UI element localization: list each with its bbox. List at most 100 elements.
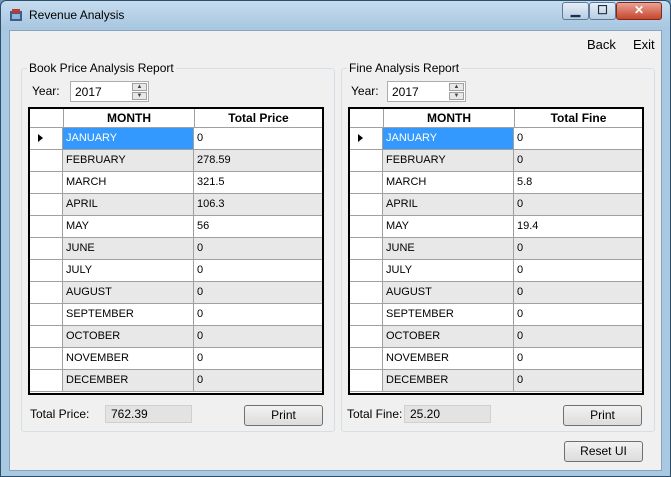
table-row[interactable]: JANUARY 0 xyxy=(30,128,322,150)
month-cell[interactable]: MARCH xyxy=(63,172,194,193)
row-header[interactable] xyxy=(30,326,63,347)
row-header[interactable] xyxy=(350,348,383,369)
month-column-header[interactable]: MONTH xyxy=(383,109,514,127)
exit-link[interactable]: Exit xyxy=(633,37,655,52)
month-cell[interactable]: SEPTEMBER xyxy=(383,304,514,325)
month-column-header[interactable]: MONTH xyxy=(63,109,194,127)
month-cell[interactable]: DECEMBER xyxy=(383,370,514,391)
table-row[interactable]: NOVEMBER 0 xyxy=(30,348,322,370)
value-cell[interactable]: 0 xyxy=(514,304,642,325)
row-header[interactable] xyxy=(30,194,63,215)
table-row[interactable]: DECEMBER 0 xyxy=(350,370,642,392)
row-header[interactable] xyxy=(30,304,63,325)
value-cell[interactable]: 106.3 xyxy=(194,194,322,215)
month-cell[interactable]: JULY xyxy=(383,260,514,281)
value-cell[interactable]: 0 xyxy=(194,238,322,259)
month-cell[interactable]: OCTOBER xyxy=(63,326,194,347)
month-cell[interactable]: JANUARY xyxy=(63,128,194,149)
table-row[interactable]: AUGUST 0 xyxy=(30,282,322,304)
table-row[interactable]: SEPTEMBER 0 xyxy=(350,304,642,326)
value-cell[interactable]: 0 xyxy=(194,128,322,149)
value-cell[interactable]: 0 xyxy=(514,194,642,215)
month-cell[interactable]: JULY xyxy=(63,260,194,281)
value-cell[interactable]: 0 xyxy=(514,150,642,171)
month-cell[interactable]: JUNE xyxy=(63,238,194,259)
month-cell[interactable]: NOVEMBER xyxy=(383,348,514,369)
row-header[interactable] xyxy=(30,260,63,281)
month-cell[interactable]: DECEMBER xyxy=(63,370,194,391)
row-header[interactable] xyxy=(350,128,383,149)
table-row[interactable]: JANUARY 0 xyxy=(350,128,642,150)
spin-up-icon[interactable]: ▲ xyxy=(449,83,464,91)
value-cell[interactable]: 56 xyxy=(194,216,322,237)
table-row[interactable]: MARCH 321.5 xyxy=(30,172,322,194)
table-row[interactable]: MAY 56 xyxy=(30,216,322,238)
month-cell[interactable]: NOVEMBER xyxy=(63,348,194,369)
row-header[interactable] xyxy=(30,172,63,193)
month-cell[interactable]: OCTOBER xyxy=(383,326,514,347)
maximize-button[interactable]: ☐ xyxy=(589,2,616,20)
row-header[interactable] xyxy=(30,150,63,171)
month-cell[interactable]: JUNE xyxy=(383,238,514,259)
row-header[interactable] xyxy=(30,282,63,303)
close-button[interactable]: ✕ xyxy=(616,2,662,20)
table-row[interactable]: APRIL 0 xyxy=(350,194,642,216)
row-header[interactable] xyxy=(30,348,63,369)
value-cell[interactable]: 0 xyxy=(514,238,642,259)
row-header[interactable] xyxy=(30,238,63,259)
table-row[interactable]: FEBRUARY 0 xyxy=(350,150,642,172)
row-header[interactable] xyxy=(350,326,383,347)
row-header[interactable] xyxy=(30,128,63,149)
table-row[interactable]: OCTOBER 0 xyxy=(30,326,322,348)
reset-ui-button[interactable]: Reset UI xyxy=(564,441,643,462)
row-header[interactable] xyxy=(350,282,383,303)
value-cell[interactable]: 0 xyxy=(194,260,322,281)
fine-print-button[interactable]: Print xyxy=(563,405,642,426)
value-cell[interactable]: 0 xyxy=(514,282,642,303)
month-cell[interactable]: MARCH xyxy=(383,172,514,193)
book-print-button[interactable]: Print xyxy=(244,405,323,426)
spin-down-icon[interactable]: ▼ xyxy=(132,92,147,100)
value-cell[interactable]: 19.4 xyxy=(514,216,642,237)
month-cell[interactable]: MAY xyxy=(383,216,514,237)
row-header[interactable] xyxy=(350,304,383,325)
row-header[interactable] xyxy=(30,370,63,391)
table-row[interactable]: MARCH 5.8 xyxy=(350,172,642,194)
row-header[interactable] xyxy=(350,216,383,237)
value-cell[interactable]: 0 xyxy=(194,304,322,325)
month-cell[interactable]: APRIL xyxy=(63,194,194,215)
value-cell[interactable]: 0 xyxy=(194,282,322,303)
table-row[interactable]: OCTOBER 0 xyxy=(350,326,642,348)
month-cell[interactable]: MAY xyxy=(63,216,194,237)
month-cell[interactable]: SEPTEMBER xyxy=(63,304,194,325)
value-cell[interactable]: 0 xyxy=(194,348,322,369)
row-header[interactable] xyxy=(350,172,383,193)
value-cell[interactable]: 278.59 xyxy=(194,150,322,171)
month-cell[interactable]: FEBRUARY xyxy=(63,150,194,171)
month-cell[interactable]: APRIL xyxy=(383,194,514,215)
value-cell[interactable]: 0 xyxy=(514,260,642,281)
value-cell[interactable]: 321.5 xyxy=(194,172,322,193)
value-cell[interactable]: 0 xyxy=(194,326,322,347)
table-row[interactable]: AUGUST 0 xyxy=(350,282,642,304)
value-cell[interactable]: 0 xyxy=(194,370,322,391)
table-row[interactable]: JULY 0 xyxy=(350,260,642,282)
title-bar[interactable]: Revenue Analysis ▁ ☐ ✕ xyxy=(1,1,670,29)
row-header[interactable] xyxy=(30,216,63,237)
book-price-table[interactable]: MONTH Total Price JANUARY 0 FEBRUARY 278.59… xyxy=(28,107,324,395)
table-row[interactable]: MAY 19.4 xyxy=(350,216,642,238)
month-cell[interactable]: AUGUST xyxy=(383,282,514,303)
table-row[interactable]: FEBRUARY 278.59 xyxy=(30,150,322,172)
total-fine-column-header[interactable]: Total Fine xyxy=(514,109,642,127)
spin-up-icon[interactable]: ▲ xyxy=(132,83,147,91)
value-cell[interactable]: 0 xyxy=(514,370,642,391)
row-header[interactable] xyxy=(350,370,383,391)
minimize-button[interactable]: ▁ xyxy=(562,2,589,20)
table-row[interactable]: SEPTEMBER 0 xyxy=(30,304,322,326)
table-row[interactable]: NOVEMBER 0 xyxy=(350,348,642,370)
table-row[interactable]: JUNE 0 xyxy=(350,238,642,260)
table-row[interactable]: JULY 0 xyxy=(30,260,322,282)
value-cell[interactable]: 0 xyxy=(514,326,642,347)
value-cell[interactable]: 0 xyxy=(514,128,642,149)
table-row[interactable]: JUNE 0 xyxy=(30,238,322,260)
